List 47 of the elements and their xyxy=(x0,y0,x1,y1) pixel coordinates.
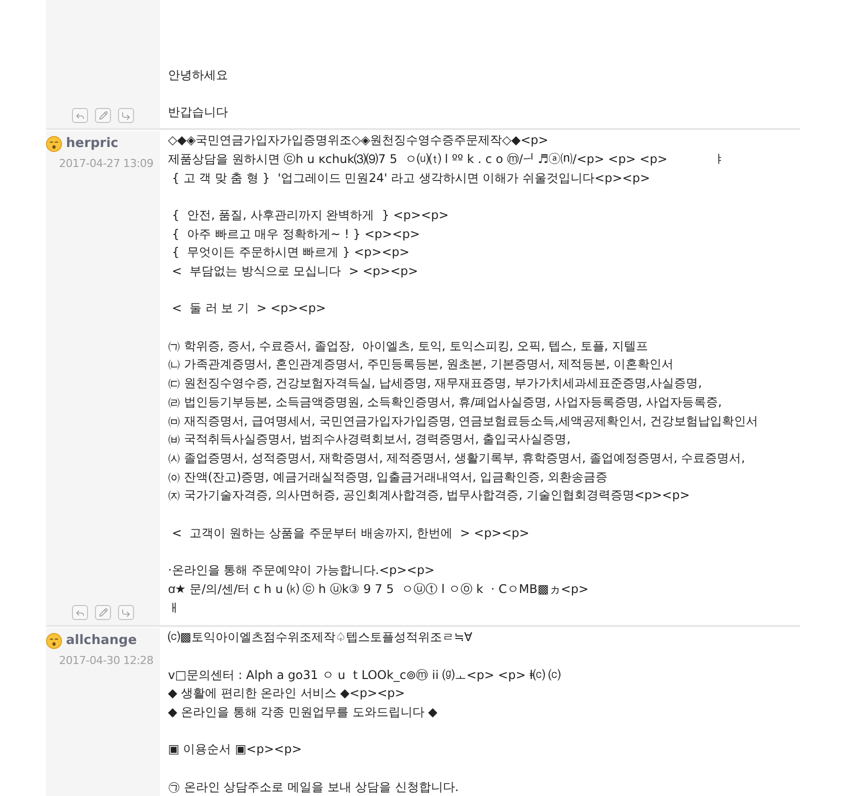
post-text-line: ㈀ 학위증, 증서, 수료증서, 졸업장, 아이엘츠, 토익, 토익스피킹, 오픽, 텝스, 토플, 지텔프 xyxy=(168,338,649,355)
edit-icon xyxy=(98,608,108,618)
post-text-line: 안녕하세요 xyxy=(168,67,228,84)
corner-arrow-icon xyxy=(121,608,131,618)
edit-button[interactable] xyxy=(95,605,111,620)
post-text-line: { 안전, 품질, 사후관리까지 완벽하게 } <p><p> xyxy=(170,206,450,224)
reply-button[interactable] xyxy=(72,605,88,620)
post-text-line: ㈅ 국적취득사실증명서, 범죄수사경력회보서, 경력증명서, 출입국사실증명, xyxy=(168,431,572,448)
post-text-line: ㈁ 가족관계증명서, 혼인관계증명서, 주민등록등본, 원초본, 기본증명서, 제적등본, 이혼확인서 xyxy=(168,356,675,374)
post-text-line: ◆ 생활에 편리한 온라인 서비스 ◆<p><p> xyxy=(168,685,406,702)
post-text-line: < 고객이 원하는 상품을 주문부터 배송까지, 한번에 > <p><p> xyxy=(170,524,530,542)
post-text-line: ㈆ 졸업증명서, 성적증명서, 재학증명서, 제적증명서, 생활기록부, 휴학증명서, 졸업예정증명서, 수료증명서, xyxy=(168,450,746,467)
post-text-line: ㈃ 법인등기부등본, 소득금액증명원, 소득확인증명서, 휴/폐업사실증명, 사업자등록증명, 사업자등록증, xyxy=(168,394,723,411)
reply-button[interactable] xyxy=(72,108,88,124)
post-text-line: 반갑습니다 xyxy=(168,104,228,122)
post-text-line: ◆ 온라인을 통해 각종 민원업무를 도와드립니다 ◆ xyxy=(168,704,438,722)
edit-button[interactable] xyxy=(95,108,111,124)
post-text-line: { 아주 빠르고 매우 정확하게~ ! } <p><p> xyxy=(170,226,421,243)
post-text-line: ㈇ 잔액(잔고)증명, 예금거래실적증명, 입출금거래내역서, 입금확인증, 외환송금증 xyxy=(168,468,609,486)
avatar-icon xyxy=(46,136,62,152)
username[interactable]: herpric xyxy=(66,136,118,152)
post-text-line: v□문의센터 : Alph a go31 ㅇ u t LOOk_c⊚ⓜ ii ⒢ㅗ<p> <p> ⱡ⒞ ⒞ xyxy=(168,666,561,684)
post-text-line: 제품상담을 원하시면 ⓒh u ĸchuk⑶⑼7 5 ㅇ⒰⒯ l ºº k . c o ⓜ/ᅴ ♬ⓐ⒩/<p> <p> <p> ㅑ xyxy=(168,150,726,168)
post-text-line: ㈂ 원천징수영수증, 건강보험자격득실, 납세증명, 재무재표증명, 부가가치세과세표준증명,사실증명, xyxy=(168,375,703,392)
comment-button[interactable] xyxy=(118,605,134,620)
post-text-line: < 둘 러 보 기 > <p><p> xyxy=(170,300,327,318)
post-text-line: ㉠ 온라인 상담주소로 메일을 보내 상담을 신청합니다. xyxy=(168,778,460,796)
post-text-line: < 부담없는 방식으로 모십니다 > <p><p> xyxy=(170,263,420,280)
username[interactable]: allchange xyxy=(66,633,137,650)
post-text-line: ⒞▩토익아이엘츠점수위조제작♤텝스토플성적위조ㄹ≒∀ xyxy=(168,629,474,646)
post-text-line: ▣ 이용순서 ▣<p><p> xyxy=(168,741,303,758)
post-text-line: ·온라인을 통해 주문예약이 가능합니다.<p><p> xyxy=(168,562,436,580)
comment-button[interactable] xyxy=(118,108,134,124)
post-text-line: ㈄ 재직증명서, 급여명세서, 국민연금가입자가입증명, 연금보험료등소득,세액공제확인서, 건강보험납입확인서 xyxy=(168,412,758,430)
reply-icon xyxy=(75,608,85,618)
corner-arrow-icon xyxy=(121,110,131,121)
post-text-line: ㈈ 국가기술자격증, 의사면허증, 공인회계사합격증, 법무사합격증, 기술인협회경력증명<p><p> xyxy=(168,487,691,504)
post-date: 2017-04-27 13:09 xyxy=(58,156,154,172)
post-date: 2017-04-30 12:28 xyxy=(58,653,154,670)
post-text-line: { 무엇이든 주문하시면 빠르게 } <p><p> xyxy=(170,244,410,262)
edit-icon xyxy=(98,111,108,120)
post-text-line: ◇◆◈국민연금가입자가입증명위조◇◈원천징수영수증주문제작◇◆<p> xyxy=(168,132,550,150)
post-text-line: { 고 객 맞 춤 형 } '업그레이드 민원24' 라고 생각하시면 이해가 쉬울것입니다<p><p> xyxy=(170,170,651,186)
post-text-line: ㅐ xyxy=(168,600,181,617)
reply-icon xyxy=(75,110,85,121)
avatar-icon xyxy=(46,633,62,650)
post-text-line: ꭤ★ 문/의/센/터 c h u ⒦ ⓒ h ⓤk③ 9 7 5 ㅇⓤⓣ l ㅇⓞ k · CㅇMB▩ヵ<p> xyxy=(168,580,590,598)
